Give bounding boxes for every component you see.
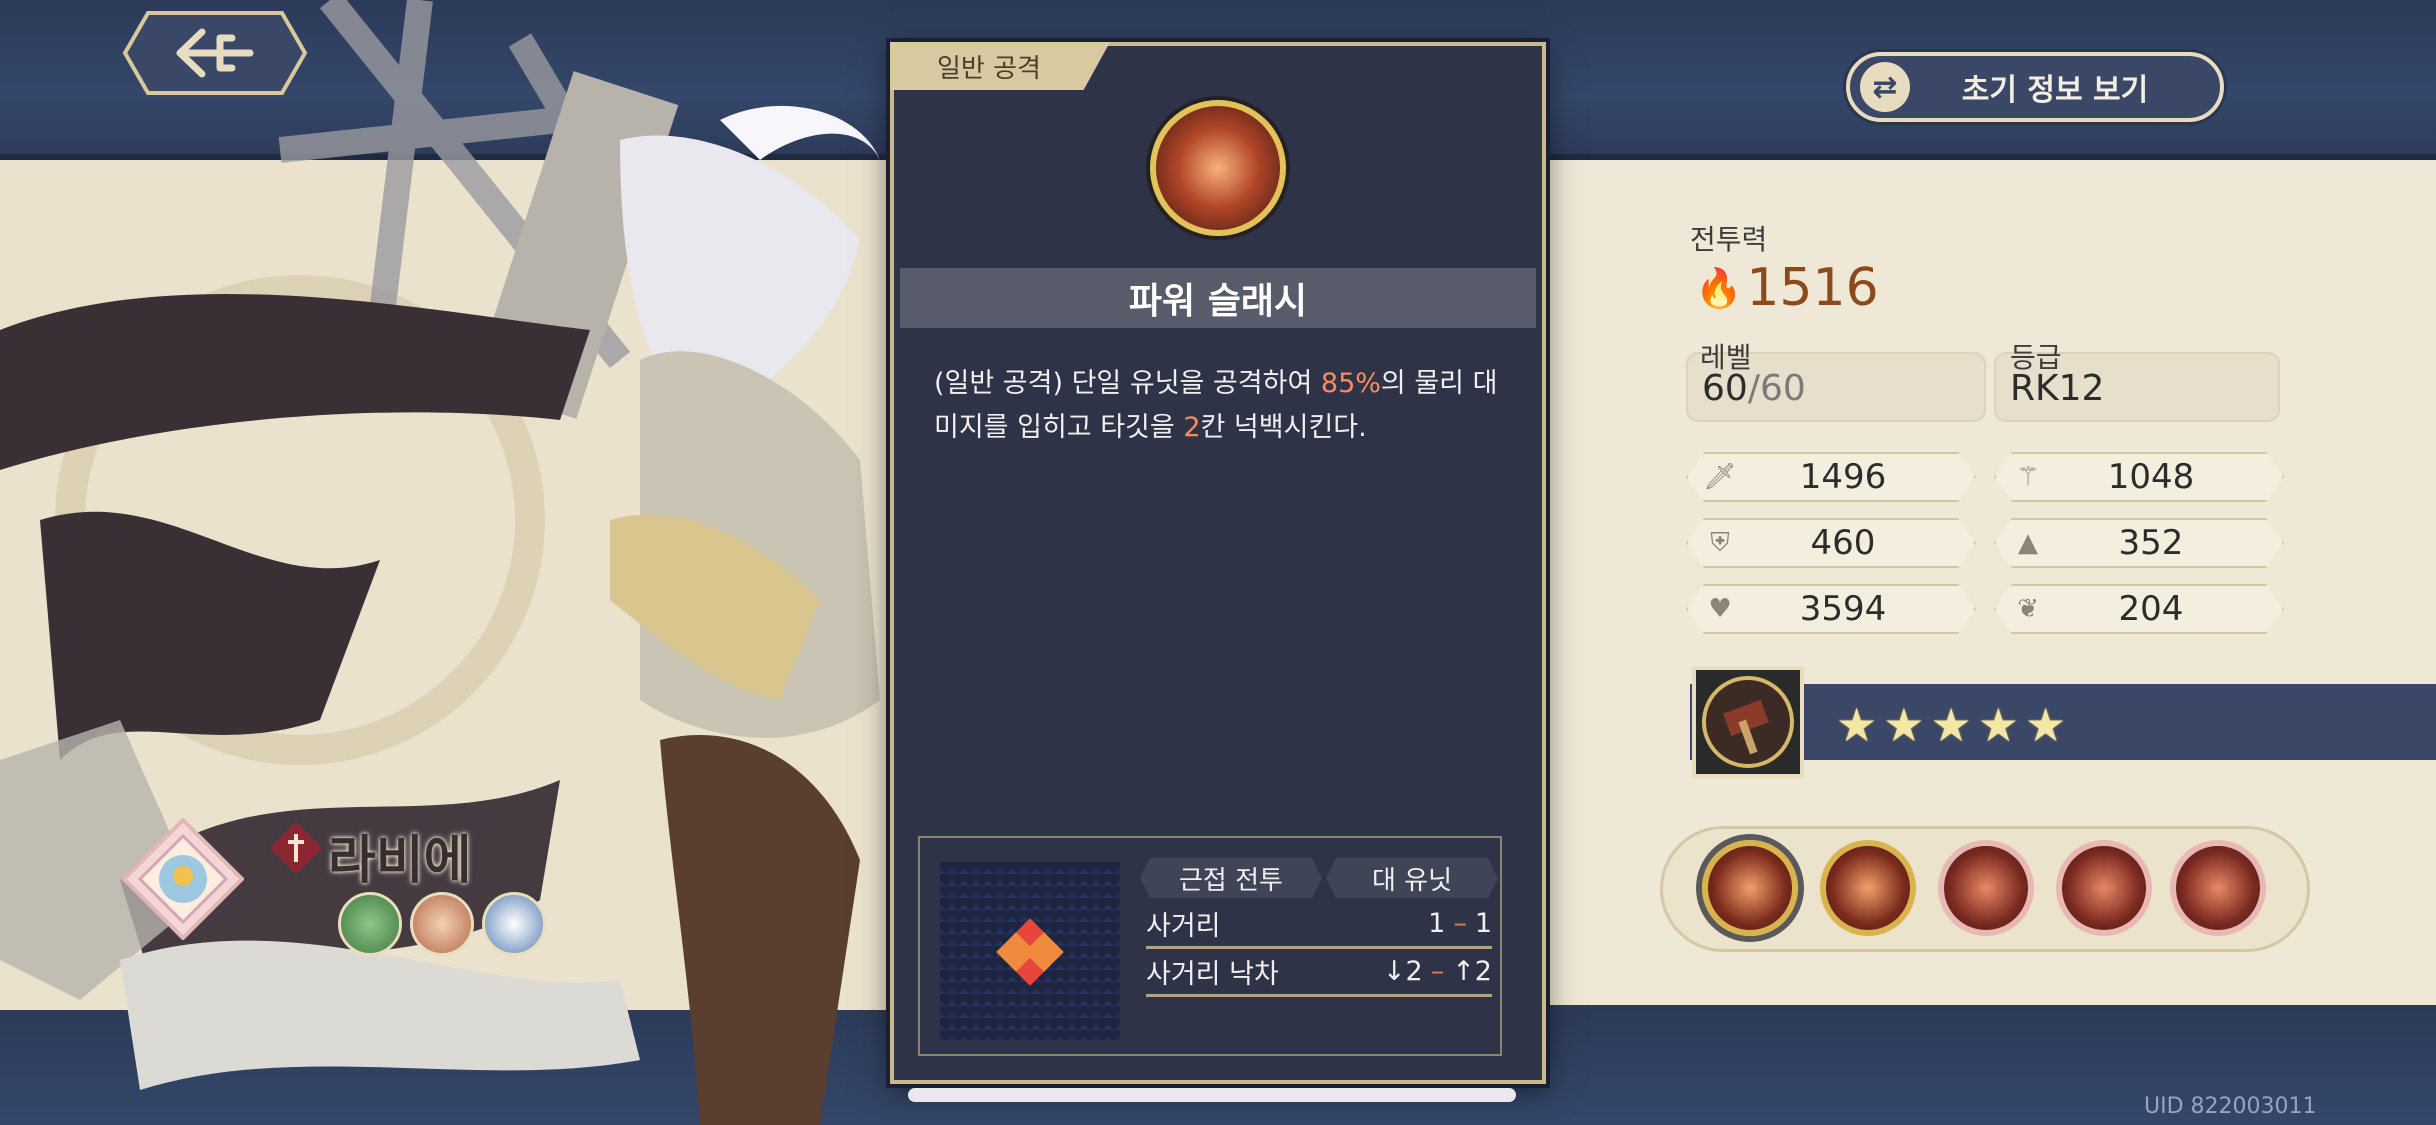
star-icon: ★ — [1977, 698, 2019, 752]
range-row: 사거리 1–1 — [1146, 900, 1492, 949]
level-max: /60 — [1747, 368, 1806, 409]
scrollbar[interactable] — [908, 1088, 1516, 1102]
crown-icon[interactable] — [410, 892, 474, 956]
range-label: 사거리 — [1146, 910, 1221, 942]
wand-icon: ⚚ — [2016, 462, 2040, 492]
star-rating: ★ ★ ★ ★ ★ — [1836, 698, 2066, 752]
attack-value: 1496 — [1799, 457, 1887, 497]
range-value: 1–1 — [1428, 908, 1492, 939]
desc-damage-percent: 85% — [1320, 368, 1381, 399]
height-label: 사거리 낙차 — [1146, 958, 1279, 990]
power-slash-icon — [1150, 100, 1286, 236]
range-grid — [940, 862, 1120, 1040]
heart-icon: ♥ — [1708, 594, 1732, 624]
target-unit-tag: 대 유닛 — [1326, 858, 1498, 898]
view-initial-info-label: 초기 정보 보기 — [1961, 73, 2149, 108]
height-dash: – — [1430, 955, 1445, 987]
height-down: ↓2 — [1382, 955, 1423, 987]
range-dash: – — [1453, 907, 1467, 939]
speed-value: 204 — [2118, 589, 2184, 629]
melee-tag: 근접 전투 — [1140, 858, 1322, 898]
level-current: 60 — [1702, 368, 1748, 409]
desc-knockback-count: 2 — [1183, 412, 1201, 443]
hp-stat: ♥ 3594 — [1686, 584, 1976, 634]
star-icon: ★ — [1836, 698, 1878, 752]
wing-icon: ❦ — [2017, 594, 2039, 624]
back-button[interactable] — [120, 8, 310, 98]
class-badge-icon — [270, 822, 322, 874]
hammer-icon — [1702, 676, 1794, 768]
skill-title: 파워 슬래시 — [1128, 281, 1308, 322]
power-slash-skill-icon[interactable] — [1702, 840, 1798, 936]
view-initial-info-button[interactable]: ⇄ 초기 정보 보기 — [1846, 52, 2224, 122]
height-row: 사거리 낙차 ↓2– ↑2 — [1146, 948, 1492, 997]
defense-value: 460 — [1810, 523, 1876, 563]
equipment-slot[interactable] — [1692, 666, 1804, 778]
skill-5-icon[interactable] — [2170, 840, 2266, 936]
skill-3-icon[interactable] — [1938, 840, 2034, 936]
skill-type-tab: 일반 공격 — [890, 42, 1110, 90]
desc-text: 칸 넉백시킨다. — [1200, 412, 1367, 443]
range-diamond-icon — [996, 918, 1064, 986]
skill-title-bar: 파워 슬래시 — [900, 268, 1536, 328]
sword-icon: 🗡 — [1703, 462, 1737, 492]
range-max: 1 — [1474, 907, 1492, 939]
desc-text: (일반 공격) 단일 유닛을 공격하여 — [934, 368, 1321, 399]
magic-attack-value: 1048 — [2107, 457, 2195, 497]
magic-defense-value: 352 — [2118, 523, 2184, 563]
star-icon: ★ — [2025, 698, 2067, 752]
speed-stat: ❦ 204 — [1994, 584, 2284, 634]
star-icon: ★ — [1883, 698, 1925, 752]
magic-attack-stat: ⚚ 1048 — [1994, 452, 2284, 502]
skill-2-icon[interactable] — [1820, 840, 1916, 936]
skill-type-label: 일반 공격 — [937, 53, 1041, 84]
character-illustration — [0, 0, 900, 1125]
blue-star-icon[interactable] — [482, 892, 546, 956]
flame-icon: 🔥 — [1695, 265, 1743, 310]
trident-arrow-icon — [122, 11, 308, 95]
range-min: 1 — [1428, 907, 1446, 939]
combat-power-number: 1516 — [1746, 258, 1879, 318]
character-name: 라비에 — [328, 831, 472, 891]
swap-arrows-icon: ⇄ — [1860, 62, 1910, 112]
grade-value: RK12 — [2010, 368, 2105, 409]
skill-description: (일반 공격) 단일 유닛을 공격하여 85%의 물리 대미지를 입히고 타깃을… — [934, 362, 1514, 450]
hp-value: 3594 — [1799, 589, 1887, 629]
height-up: ↑2 — [1452, 955, 1492, 987]
magic-defense-stat: ▲ 352 — [1994, 518, 2284, 568]
star-icon: ★ — [1930, 698, 1972, 752]
defense-stat: ⛨ 460 — [1686, 518, 1976, 568]
level-value: 60/60 — [1702, 368, 1806, 409]
user-id: UID 822003011 — [2144, 1094, 2317, 1119]
shield-icon: ⛨ — [1710, 527, 1730, 558]
attack-stat: 🗡 1496 — [1686, 452, 1976, 502]
skill-4-icon[interactable] — [2056, 840, 2152, 936]
combat-power-value: 🔥 1516 — [1695, 258, 1879, 318]
combat-power-label: 전투력 — [1690, 223, 1768, 256]
height-value: ↓2– ↑2 — [1383, 956, 1492, 987]
green-shield-icon[interactable] — [338, 892, 402, 956]
wizard-hat-icon: ▲ — [2018, 528, 2038, 558]
flower-class-icon — [122, 818, 244, 940]
